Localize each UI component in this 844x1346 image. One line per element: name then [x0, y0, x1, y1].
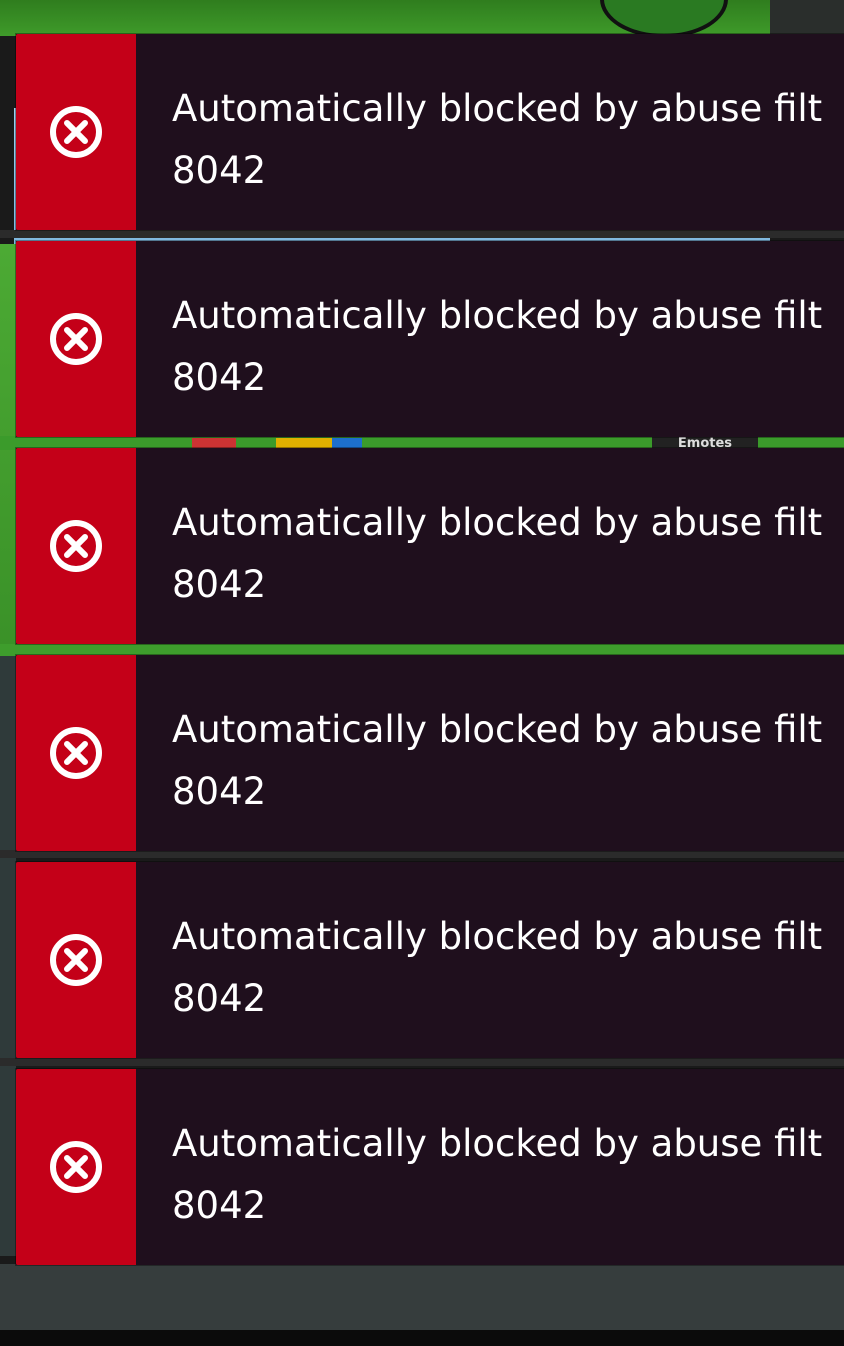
error-circle-x-icon	[50, 934, 102, 986]
divider	[0, 230, 844, 238]
hotbar-item[interactable]	[276, 438, 332, 448]
error-toast[interactable]: Automatically blocked by abuse filt 8042	[16, 1069, 844, 1265]
chat-panel-edge	[0, 656, 16, 1256]
error-toast[interactable]: Automatically blocked by abuse filt 8042	[16, 655, 844, 851]
toast-body: Automatically blocked by abuse filt 8042	[136, 655, 844, 851]
error-circle-x-icon	[50, 727, 102, 779]
top-right-panel	[770, 0, 844, 36]
error-toast[interactable]: Automatically blocked by abuse filt 8042	[16, 34, 844, 230]
toast-message-line1: Automatically blocked by abuse filt	[172, 294, 823, 337]
error-circle-x-icon	[50, 520, 102, 572]
toast-message-line2: 8042	[172, 977, 267, 1020]
error-toast[interactable]: Automatically blocked by abuse filt 8042	[16, 241, 844, 437]
error-circle-x-icon	[50, 106, 102, 158]
toast-icon-cell	[16, 655, 136, 851]
hotbar-item[interactable]	[332, 438, 362, 448]
toast-icon-cell	[16, 862, 136, 1058]
toast-message-line1: Automatically blocked by abuse filt	[172, 915, 823, 958]
error-toast[interactable]: Automatically blocked by abuse filt 8042	[16, 862, 844, 1058]
toast-body: Automatically blocked by abuse filt 8042	[136, 448, 844, 644]
hotbar-item[interactable]	[192, 438, 236, 448]
toast-message-line2: 8042	[172, 1184, 267, 1227]
screen: Emotes Automatically blocked by abuse fi…	[0, 0, 844, 1346]
toast-body: Automatically blocked by abuse filt 8042	[136, 34, 844, 230]
toast-message-line2: 8042	[172, 149, 267, 192]
toast-body: Automatically blocked by abuse filt 8042	[136, 241, 844, 437]
system-nav-bar	[0, 1330, 844, 1346]
toast-message-line2: 8042	[172, 770, 267, 813]
bottom-bar	[0, 1264, 844, 1330]
divider	[0, 1058, 844, 1066]
toast-body: Automatically blocked by abuse filt 8042	[136, 1069, 844, 1265]
toast-icon-cell	[16, 241, 136, 437]
toast-icon-cell	[16, 1069, 136, 1265]
error-circle-x-icon	[50, 1141, 102, 1193]
toast-message-line1: Automatically blocked by abuse filt	[172, 1122, 823, 1165]
toast-message-line1: Automatically blocked by abuse filt	[172, 708, 823, 751]
error-toast[interactable]: Automatically blocked by abuse filt 8042	[16, 448, 844, 644]
toast-icon-cell	[16, 34, 136, 230]
toast-body: Automatically blocked by abuse filt 8042	[136, 862, 844, 1058]
error-circle-x-icon	[50, 313, 102, 365]
toast-icon-cell	[16, 448, 136, 644]
toast-message-line2: 8042	[172, 356, 267, 399]
divider	[0, 850, 844, 858]
toast-message-line2: 8042	[172, 563, 267, 606]
toast-message-line1: Automatically blocked by abuse filt	[172, 87, 823, 130]
toast-message-line1: Automatically blocked by abuse filt	[172, 501, 823, 544]
